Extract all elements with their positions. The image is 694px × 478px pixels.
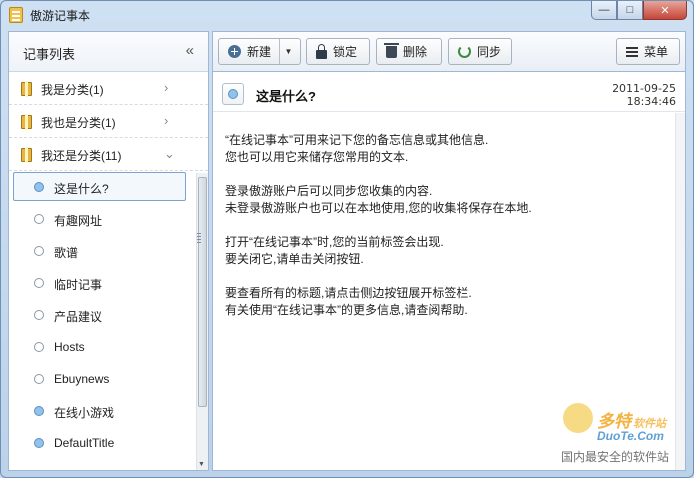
watermark-url: DuoTe.Com — [597, 429, 664, 443]
chevron-right-icon: › — [164, 80, 169, 95]
note-paragraph: 要查看所有的标题,请点击侧边按钮展开标签栏. 有关使用“在线记事本”的更多信息,… — [225, 285, 665, 319]
notepad-app-icon — [9, 7, 23, 23]
category-label: 我是分类(1) — [41, 83, 104, 97]
folder-icon — [21, 114, 32, 130]
watermark: 多特 软件站 DuoTe.Com 国内最安全的软件站 — [557, 403, 693, 473]
category-label: 我也是分类(1) — [41, 116, 116, 130]
note-item[interactable]: Hosts — [9, 331, 208, 363]
note-item[interactable]: DefaultTitle — [9, 427, 208, 459]
note-title[interactable]: 这是什么? — [256, 86, 316, 105]
note-status-dot-icon — [34, 342, 44, 352]
scrollbar-thumb[interactable] — [198, 177, 207, 407]
note-line: 要关闭它,请单击关闭按钮. — [225, 252, 364, 266]
note-list-scrollbar[interactable]: ▼ — [196, 173, 208, 470]
note-item-label: 有趣网址 — [54, 214, 103, 228]
note-line: “在线记事本”可用来记下您的备忘信息或其他信息. — [225, 133, 489, 147]
note-date: 2011-09-25 — [612, 82, 676, 95]
note-item[interactable]: 这是什么? — [9, 171, 208, 203]
window-controls: — □ ✕ — [591, 1, 687, 21]
trash-icon — [384, 42, 399, 58]
new-dropdown-icon[interactable]: ▼ — [279, 39, 297, 64]
note-line: 要查看所有的标题,请点击侧边按钮展开标签栏. — [225, 286, 472, 300]
menu-icon — [626, 46, 638, 49]
note-line: 打开“在线记事本”时,您的当前标签会出现. — [225, 235, 444, 249]
note-item-label: 这是什么? — [54, 182, 109, 196]
note-status-dot-icon — [34, 182, 44, 192]
watermark-slogan: 国内最安全的软件站 — [561, 450, 670, 464]
note-timestamp: 2011-09-25 18:34:46 — [612, 82, 676, 108]
delete-button[interactable]: 删除 — [376, 38, 442, 65]
note-line: 有关使用“在线记事本”的更多信息,请查阅帮助. — [225, 303, 468, 317]
lock-icon — [316, 43, 327, 59]
note-time: 18:34:46 — [626, 95, 676, 108]
note-item-label: Ebuynews — [54, 372, 110, 386]
note-status-dot-icon — [34, 406, 44, 416]
note-status-dot-icon — [34, 246, 44, 256]
new-note-button[interactable]: 新建 ▼ — [218, 38, 301, 65]
note-list-title: 记事列表 — [23, 47, 76, 62]
sync-button[interactable]: 同步 — [448, 38, 512, 65]
note-item[interactable]: 在线小游戏 — [9, 395, 208, 427]
app-window: 傲游记事本 — □ ✕ 记事列表 « 我是分类(1) › 我也是分类(1) › … — [0, 0, 694, 478]
note-paragraph: 打开“在线记事本”时,您的当前标签会出现. 要关闭它,请单击关闭按钮. — [225, 234, 665, 268]
category-label: 我还是分类(11) — [41, 149, 122, 163]
note-list-panel: 记事列表 « 我是分类(1) › 我也是分类(1) › 我还是分类(11) ⌄ … — [8, 31, 209, 471]
window-title: 傲游记事本 — [30, 9, 91, 23]
delete-label: 删除 — [403, 45, 428, 59]
collapse-sidebar-icon[interactable]: « — [186, 42, 194, 59]
note-line: 登录傲游账户后可以同步您收集的内容. — [225, 184, 433, 198]
category-item[interactable]: 我是分类(1) › — [9, 72, 208, 105]
note-paragraph: 登录傲游账户后可以同步您收集的内容. 未登录傲游账户也可以在本地使用,您的收集将… — [225, 183, 665, 217]
note-item[interactable]: 临时记事 — [9, 267, 208, 299]
note-status-dot-icon — [34, 214, 44, 224]
note-status-dot-icon — [34, 438, 44, 448]
note-item[interactable]: 歌谱 — [9, 235, 208, 267]
note-item[interactable]: 有趣网址 — [9, 203, 208, 235]
note-item-label: DefaultTitle — [54, 436, 115, 450]
category-item[interactable]: 我也是分类(1) › — [9, 105, 208, 138]
close-button[interactable]: ✕ — [643, 1, 687, 20]
note-body-editor[interactable]: “在线记事本”可用来记下您的备忘信息或其他信息. 您也可以用它来储存您常用的文本… — [225, 132, 665, 336]
add-icon — [228, 45, 241, 58]
chevron-down-icon: ⌄ — [164, 146, 175, 161]
note-item-label: 临时记事 — [54, 278, 103, 292]
lock-label: 锁定 — [333, 45, 358, 59]
note-line: 未登录傲游账户也可以在本地使用,您的收集将保存在本地. — [225, 201, 532, 215]
sync-icon — [458, 45, 471, 58]
sync-label: 同步 — [477, 45, 502, 59]
folder-icon — [21, 147, 32, 163]
note-item[interactable]: 产品建议 — [9, 299, 208, 331]
note-header: 这是什么? 2011-09-25 18:34:46 — [213, 72, 685, 112]
note-color-dot-icon — [228, 89, 238, 99]
toolbar: 新建 ▼ 锁定 删除 同步 菜单 — [212, 31, 686, 71]
menu-label: 菜单 — [644, 45, 669, 59]
note-item-label: Hosts — [54, 340, 85, 354]
note-color-button[interactable] — [222, 83, 244, 105]
note-item-label: 在线小游戏 — [54, 406, 115, 420]
folder-icon — [21, 81, 32, 97]
note-item-label: 歌谱 — [54, 246, 79, 260]
title-bar[interactable]: 傲游记事本 — □ ✕ — [1, 1, 693, 29]
menu-button[interactable]: 菜单 — [616, 38, 680, 65]
note-item[interactable]: Ebuynews — [9, 363, 208, 395]
chevron-right-icon: › — [164, 113, 169, 128]
note-list-header: 记事列表 « — [9, 32, 208, 72]
watermark-logo-icon — [563, 403, 593, 433]
scroll-down-arrow-icon[interactable]: ▼ — [198, 461, 205, 468]
category-item[interactable]: 我还是分类(11) ⌄ — [9, 138, 208, 171]
note-status-dot-icon — [34, 310, 44, 320]
note-status-dot-icon — [34, 278, 44, 288]
minimize-button[interactable]: — — [591, 1, 617, 20]
note-line: 您也可以用它来储存您常用的文本. — [225, 150, 409, 164]
note-status-dot-icon — [34, 374, 44, 384]
note-paragraph: “在线记事本”可用来记下您的备忘信息或其他信息. 您也可以用它来储存您常用的文本… — [225, 132, 665, 166]
note-item-label: 产品建议 — [54, 310, 103, 324]
maximize-button[interactable]: □ — [617, 1, 643, 20]
panel-splitter[interactable] — [197, 231, 203, 251]
lock-button[interactable]: 锁定 — [306, 38, 370, 65]
new-note-label: 新建 — [247, 45, 272, 59]
